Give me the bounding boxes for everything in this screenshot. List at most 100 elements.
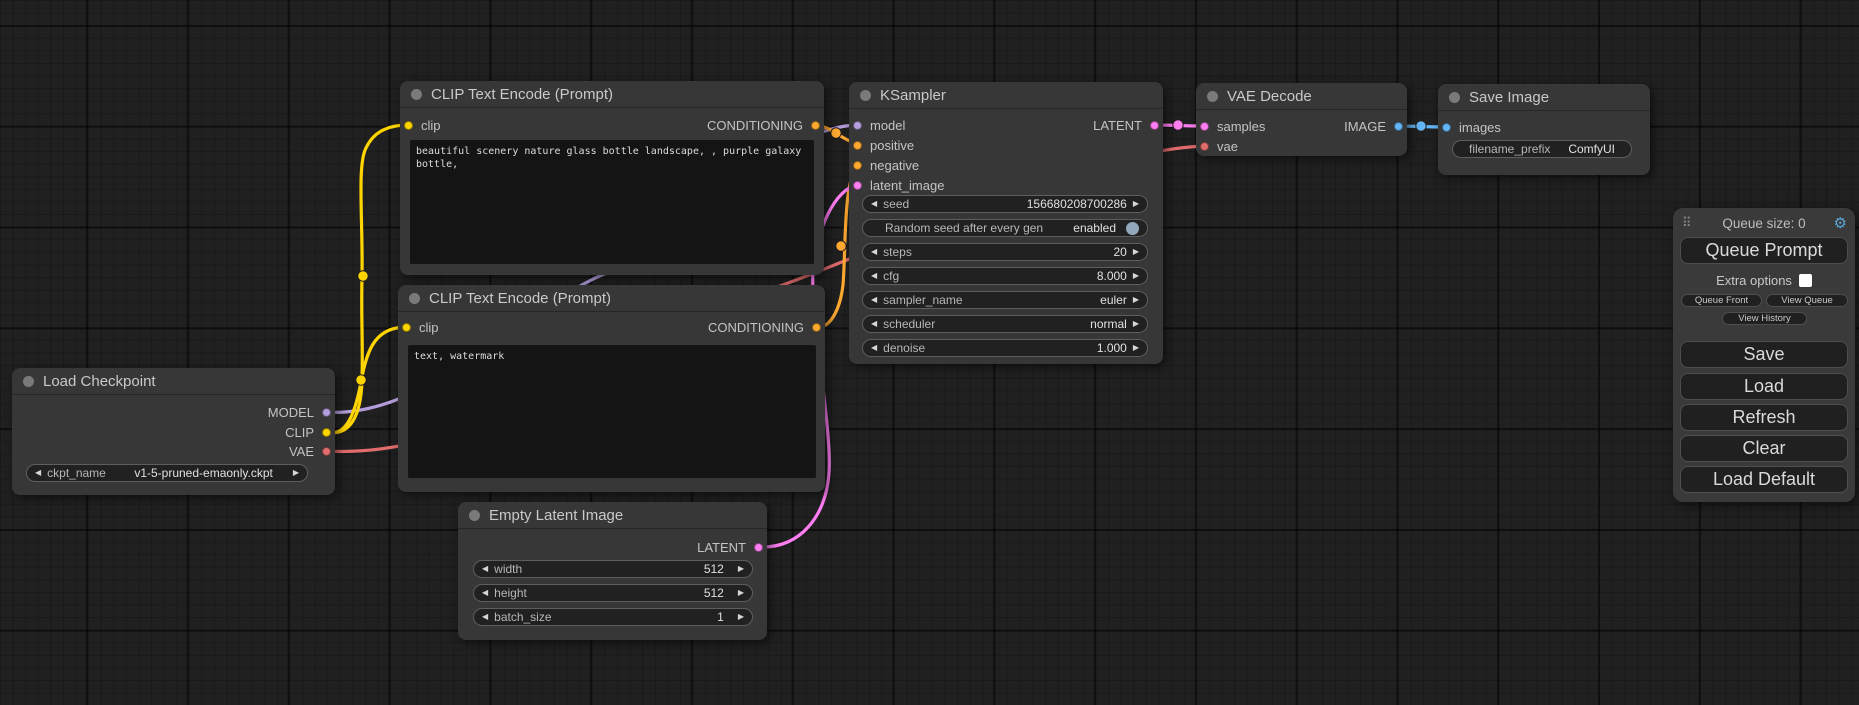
node-title-bar[interactable]: Empty Latent Image bbox=[458, 502, 767, 529]
decrement-icon[interactable]: ◀ bbox=[871, 272, 877, 280]
view-history-button[interactable]: View History bbox=[1722, 312, 1807, 325]
node-vae-decode[interactable]: VAE Decode samples vae IMAGE bbox=[1196, 83, 1407, 156]
collapse-dot-icon[interactable] bbox=[469, 510, 480, 521]
toggle-indicator-icon[interactable] bbox=[1126, 222, 1139, 235]
vae-input-port[interactable] bbox=[1200, 142, 1209, 151]
collapse-dot-icon[interactable] bbox=[23, 376, 34, 387]
clear-button[interactable]: Clear bbox=[1680, 435, 1848, 462]
extra-options-label: Extra options bbox=[1716, 273, 1792, 288]
images-input-port[interactable] bbox=[1442, 123, 1451, 132]
output-slot-latent: LATENT bbox=[1093, 116, 1159, 134]
collapse-dot-icon[interactable] bbox=[411, 89, 422, 100]
node-graph-canvas[interactable]: Load Checkpoint MODEL CLIP VAE ◀ ckpt_na… bbox=[0, 0, 1859, 705]
node-clip-text-encode-negative[interactable]: CLIP Text Encode (Prompt) clip CONDITION… bbox=[398, 285, 825, 492]
increment-icon[interactable]: ▶ bbox=[1133, 320, 1139, 328]
node-title-bar[interactable]: VAE Decode bbox=[1196, 83, 1407, 110]
width-widget[interactable]: ◀ width 512 ▶ bbox=[473, 560, 753, 578]
positive-input-port[interactable] bbox=[853, 141, 862, 150]
random-seed-toggle-widget[interactable]: Random seed after every gen enabled bbox=[862, 219, 1148, 237]
image-output-port[interactable] bbox=[1394, 122, 1403, 131]
decrement-icon[interactable]: ◀ bbox=[482, 565, 488, 573]
node-title: Load Checkpoint bbox=[43, 373, 156, 390]
node-title-bar[interactable]: KSampler bbox=[849, 82, 1163, 109]
negative-prompt-text[interactable]: text, watermark bbox=[408, 345, 816, 478]
load-default-button[interactable]: Load Default bbox=[1680, 466, 1848, 493]
increment-icon[interactable]: ▶ bbox=[293, 469, 299, 477]
slot-label: images bbox=[1459, 120, 1501, 135]
increment-icon[interactable]: ▶ bbox=[1133, 200, 1139, 208]
conditioning-output-port[interactable] bbox=[811, 121, 820, 130]
node-title-bar[interactable]: Save Image bbox=[1438, 84, 1650, 111]
denoise-widget[interactable]: ◀ denoise 1.000 ▶ bbox=[862, 339, 1148, 357]
link-dot[interactable] bbox=[831, 128, 841, 138]
decrement-icon[interactable]: ◀ bbox=[871, 344, 877, 352]
collapse-dot-icon[interactable] bbox=[1207, 91, 1218, 102]
slot-label: LATENT bbox=[697, 540, 746, 555]
positive-prompt-text[interactable]: beautiful scenery nature glass bottle la… bbox=[410, 140, 814, 264]
output-slot-conditioning: CONDITIONING bbox=[708, 318, 821, 336]
increment-icon[interactable]: ▶ bbox=[738, 589, 744, 597]
filename-prefix-widget[interactable]: filename_prefix ComfyUI bbox=[1452, 140, 1632, 158]
ckpt-name-widget[interactable]: ◀ ckpt_name v1-5-pruned-emaonly.ckpt ▶ bbox=[26, 464, 308, 482]
decrement-icon[interactable]: ◀ bbox=[871, 296, 877, 304]
latent-output-port[interactable] bbox=[1150, 121, 1159, 130]
collapse-dot-icon[interactable] bbox=[409, 293, 420, 304]
link-dot[interactable] bbox=[836, 241, 846, 251]
widget-value: normal bbox=[1090, 317, 1127, 331]
decrement-icon[interactable]: ◀ bbox=[35, 469, 41, 477]
model-output-port[interactable] bbox=[322, 408, 331, 417]
batch-size-widget[interactable]: ◀ batch_size 1 ▶ bbox=[473, 608, 753, 626]
increment-icon[interactable]: ▶ bbox=[1133, 344, 1139, 352]
node-title-bar[interactable]: CLIP Text Encode (Prompt) bbox=[400, 81, 824, 108]
conditioning-output-port[interactable] bbox=[812, 323, 821, 332]
node-load-checkpoint[interactable]: Load Checkpoint MODEL CLIP VAE ◀ ckpt_na… bbox=[12, 368, 335, 495]
link-dot[interactable] bbox=[1416, 121, 1426, 131]
cfg-widget[interactable]: ◀ cfg 8.000 ▶ bbox=[862, 267, 1148, 285]
node-save-image[interactable]: Save Image images filename_prefix ComfyU… bbox=[1438, 84, 1650, 175]
node-title-bar[interactable]: Load Checkpoint bbox=[12, 368, 335, 395]
widget-value: 512 bbox=[704, 562, 724, 576]
node-empty-latent-image[interactable]: Empty Latent Image LATENT ◀ width 512 ▶ … bbox=[458, 502, 767, 640]
node-title-bar[interactable]: CLIP Text Encode (Prompt) bbox=[398, 285, 825, 312]
settings-gear-icon[interactable]: ⚙ bbox=[1834, 214, 1847, 232]
link-dot[interactable] bbox=[1173, 120, 1183, 130]
increment-icon[interactable]: ▶ bbox=[738, 613, 744, 621]
increment-icon[interactable]: ▶ bbox=[738, 565, 744, 573]
extra-options-checkbox[interactable] bbox=[1799, 274, 1812, 287]
decrement-icon[interactable]: ◀ bbox=[482, 589, 488, 597]
height-widget[interactable]: ◀ height 512 ▶ bbox=[473, 584, 753, 602]
save-button[interactable]: Save bbox=[1680, 341, 1848, 368]
collapse-dot-icon[interactable] bbox=[860, 90, 871, 101]
collapse-dot-icon[interactable] bbox=[1449, 92, 1460, 103]
model-input-port[interactable] bbox=[853, 121, 862, 130]
load-button[interactable]: Load bbox=[1680, 373, 1848, 400]
decrement-icon[interactable]: ◀ bbox=[482, 613, 488, 621]
scheduler-widget[interactable]: ◀ scheduler normal ▶ bbox=[862, 315, 1148, 333]
queue-front-button[interactable]: Queue Front bbox=[1681, 294, 1762, 307]
clip-input-port[interactable] bbox=[402, 323, 411, 332]
node-clip-text-encode-positive[interactable]: CLIP Text Encode (Prompt) clip CONDITION… bbox=[400, 81, 824, 275]
increment-icon[interactable]: ▶ bbox=[1133, 248, 1139, 256]
latent-image-input-port[interactable] bbox=[853, 181, 862, 190]
latent-output-port[interactable] bbox=[754, 543, 763, 552]
negative-input-port[interactable] bbox=[853, 161, 862, 170]
seed-widget[interactable]: ◀ seed 156680208700286 ▶ bbox=[862, 195, 1148, 213]
vae-output-port[interactable] bbox=[322, 447, 331, 456]
refresh-button[interactable]: Refresh bbox=[1680, 404, 1848, 431]
decrement-icon[interactable]: ◀ bbox=[871, 200, 877, 208]
clip-input-port[interactable] bbox=[404, 121, 413, 130]
increment-icon[interactable]: ▶ bbox=[1133, 296, 1139, 304]
decrement-icon[interactable]: ◀ bbox=[871, 320, 877, 328]
queue-prompt-button[interactable]: Queue Prompt bbox=[1680, 237, 1848, 264]
input-slot-model: model bbox=[853, 116, 905, 134]
node-ksampler[interactable]: KSampler model positive negative latent_… bbox=[849, 82, 1163, 364]
view-queue-button[interactable]: View Queue bbox=[1766, 294, 1848, 307]
link-dot[interactable] bbox=[358, 271, 368, 281]
sampler-name-widget[interactable]: ◀ sampler_name euler ▶ bbox=[862, 291, 1148, 309]
increment-icon[interactable]: ▶ bbox=[1133, 272, 1139, 280]
decrement-icon[interactable]: ◀ bbox=[871, 248, 877, 256]
samples-input-port[interactable] bbox=[1200, 122, 1209, 131]
clip-output-port[interactable] bbox=[322, 428, 331, 437]
link-dot[interactable] bbox=[356, 375, 366, 385]
steps-widget[interactable]: ◀ steps 20 ▶ bbox=[862, 243, 1148, 261]
